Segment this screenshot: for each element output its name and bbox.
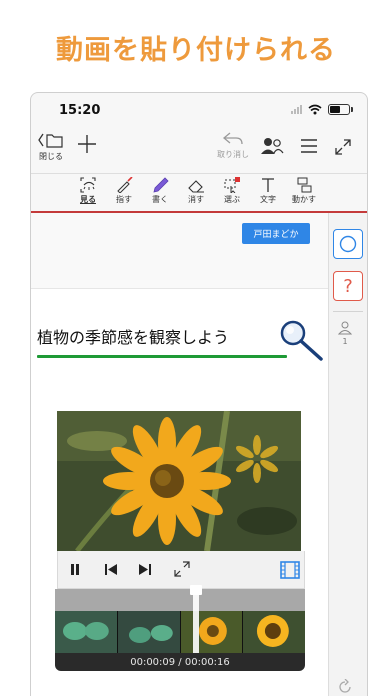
participant-count: 1 [342,337,348,346]
folder-back-icon [38,133,63,148]
status-time: 15:20 [59,103,101,118]
tool-move[interactable]: 動かす [287,177,321,205]
plus-icon [78,135,96,153]
skip-forward-icon[interactable] [138,564,152,575]
promo-title: 動画を貼り付けられる [56,35,336,66]
tool-point-label: 指す [116,195,132,204]
whiteboard-canvas[interactable]: 戸田まどか 植物の季節感を観察しよう 00:00:09 / 00:00:16 [31,213,328,696]
main-toolbar: 閉じる 取り消し [31,129,367,171]
tool-erase[interactable]: 消す [179,177,213,205]
author-name-tag: 戸田まどか [242,223,310,244]
tool-select-label: 選ぶ [224,195,240,204]
magnifier-icon [280,320,323,361]
add-button[interactable] [77,134,97,154]
right-side-panel: ? 1 [328,213,367,696]
video-time-display: 00:00:09 / 00:00:16 [55,653,305,671]
video-controls [57,551,305,589]
move-icon [297,177,312,193]
participant-indicator[interactable]: 1 [338,321,352,346]
canvas-header-area: 戸田まどか [31,213,328,289]
status-bar: 15:20 [31,93,367,129]
select-icon [224,177,240,193]
canvas-heading[interactable]: 植物の季節感を観察しよう [37,324,229,348]
tool-text-label: 文字 [260,195,276,204]
refresh-icon[interactable] [337,679,353,695]
tool-view[interactable]: 見る [71,177,105,205]
film-frame [55,611,118,653]
close-button[interactable]: 閉じる [37,131,65,162]
video-filmstrip[interactable] [55,611,305,653]
tool-write[interactable]: 書く [143,177,177,205]
device-screen: 15:20 閉じる 取り消し 見る 指す 書く 消す 選ぶ 文字 動かす 戸田ま… [30,92,368,696]
close-label: 閉じる [39,152,63,161]
participants-button[interactable] [260,137,284,155]
undo-label: 取り消し [217,150,249,159]
view-icon [80,177,96,193]
circle-icon [339,235,357,253]
menu-icon [301,139,317,153]
seedling-image [62,622,109,640]
film-frame [117,611,181,653]
sunflower-image [57,411,301,551]
tool-text[interactable]: 文字 [251,177,285,205]
pen-icon [153,177,169,193]
film-frame [243,611,305,653]
users-icon [261,138,284,154]
pointer-pen-icon [117,177,133,193]
question-button[interactable]: ? [333,271,363,301]
tool-point[interactable]: 指す [107,177,141,205]
signal-icon [291,105,302,114]
green-underline-stroke [37,355,287,358]
tool-write-label: 書く [152,195,168,204]
tool-view-label: 見る [80,195,96,204]
menu-button[interactable] [301,139,317,153]
video-playhead[interactable] [189,585,202,653]
expand-video-icon[interactable] [174,561,190,577]
video-scrub-bar[interactable] [55,589,305,611]
seedling-image [128,625,173,643]
undo-button[interactable]: 取り消し [217,131,249,160]
tool-palette: 見る 指す 書く 消す 選ぶ 文字 動かす [31,173,367,211]
fullscreen-button[interactable] [335,139,351,155]
status-icons [291,104,353,115]
battery-icon [328,104,350,115]
user-icon [338,321,352,335]
wifi-icon [308,104,322,115]
skip-back-icon[interactable] [104,564,118,575]
text-icon [262,178,274,192]
pause-icon[interactable] [70,564,80,575]
shape-circle-button[interactable] [333,229,363,259]
video-thumbnail[interactable] [57,411,301,551]
tool-erase-label: 消す [188,195,204,204]
tool-select[interactable]: 選ぶ [215,177,249,205]
undo-icon [222,132,243,145]
eraser-icon [188,180,204,193]
expand-icon [335,139,351,155]
sunflower-thumb-image [257,615,290,647]
filmstrip-icon[interactable] [280,561,300,579]
tool-move-label: 動かす [292,195,316,204]
